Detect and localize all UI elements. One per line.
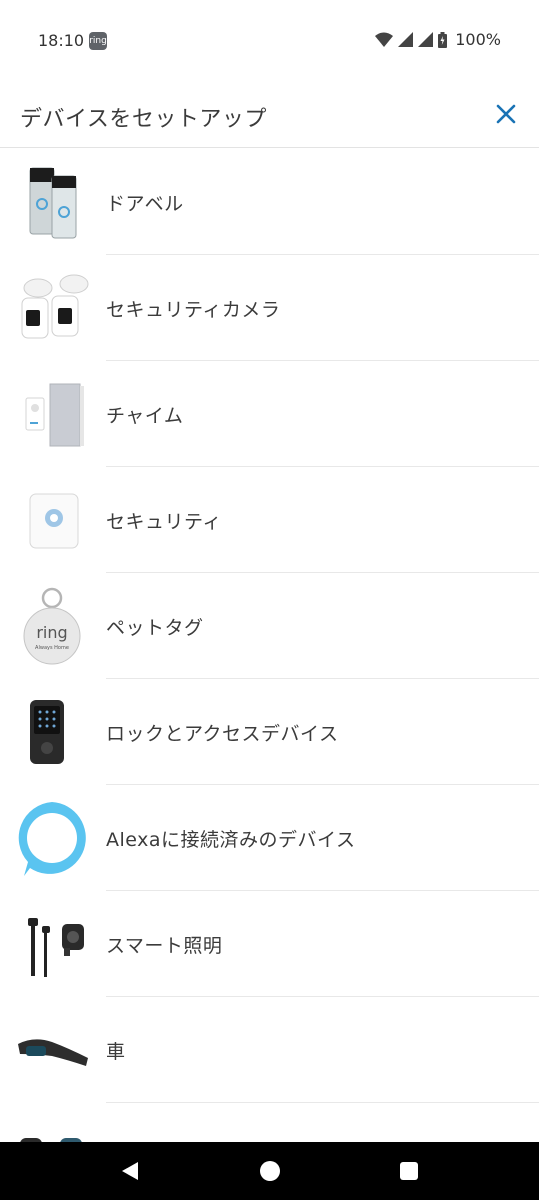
wifi-icon	[375, 32, 394, 47]
device-list: ドアベル セキュリティカメラ チャイム セキュリティ ring Always H…	[0, 149, 539, 1142]
device-label: ペットタグ	[106, 617, 204, 639]
signal-icon	[398, 32, 414, 47]
device-label: セキュリティカメラ	[106, 299, 281, 321]
chime-icon	[25, 383, 84, 447]
back-triangle-icon[interactable]	[118, 1159, 142, 1183]
device-row-security[interactable]: セキュリティ	[0, 467, 539, 573]
device-label: ロックとアクセスデバイス	[106, 723, 339, 745]
device-row-doorbell[interactable]: ドアベル	[0, 149, 539, 255]
device-row-smart-lighting[interactable]: スマート照明	[0, 891, 539, 997]
pet-tag-subtext: Always Home	[35, 645, 69, 651]
device-row-pet-tag[interactable]: ring Always Home ペットタグ	[0, 573, 539, 679]
status-time: 18:10	[38, 31, 85, 50]
device-row-alexa[interactable]: Alexaに接続済みのデバイス	[0, 785, 539, 891]
pet-tag-icon: ring Always Home	[23, 587, 81, 665]
battery-icon	[438, 31, 448, 48]
system-nav-bar	[0, 1142, 539, 1200]
pet-tag-brand: ring	[36, 623, 67, 642]
close-icon[interactable]	[493, 101, 519, 127]
device-row-car[interactable]: 車	[0, 997, 539, 1103]
device-label: スマート照明	[106, 935, 223, 957]
status-icons: 100%	[375, 30, 501, 49]
smart-lock-icon	[30, 700, 64, 764]
recents-square-icon[interactable]	[397, 1159, 421, 1183]
ring-app-badge: ring	[89, 32, 107, 50]
device-label: チャイム	[106, 405, 184, 427]
floodlight-camera-icon	[21, 274, 89, 339]
device-label: ドアベル	[106, 193, 184, 215]
smart-lighting-icon	[28, 918, 84, 977]
alarm-base-station-icon	[29, 493, 79, 549]
doorbell-icon	[29, 167, 77, 239]
alexa-icon	[18, 802, 86, 876]
home-circle-icon[interactable]	[258, 1159, 282, 1183]
partial-device-icon	[20, 1138, 82, 1142]
device-row-chime[interactable]: チャイム	[0, 361, 539, 467]
device-label: 車	[106, 1041, 126, 1063]
signal-icon-2	[418, 32, 434, 47]
status-bar: 18:10 ring 100%	[0, 0, 539, 80]
device-row-lock[interactable]: ロックとアクセスデバイス	[0, 679, 539, 785]
car-cam-icon	[18, 1039, 88, 1066]
device-label: Alexaに接続済みのデバイス	[106, 829, 356, 851]
page-title: デバイスをセットアップ	[20, 107, 267, 132]
header: デバイスをセットアップ	[0, 80, 539, 148]
device-row-partial[interactable]	[0, 1103, 539, 1142]
battery-percent: 100%	[455, 30, 501, 49]
device-label: セキュリティ	[106, 511, 222, 533]
device-row-security-camera[interactable]: セキュリティカメラ	[0, 255, 539, 361]
